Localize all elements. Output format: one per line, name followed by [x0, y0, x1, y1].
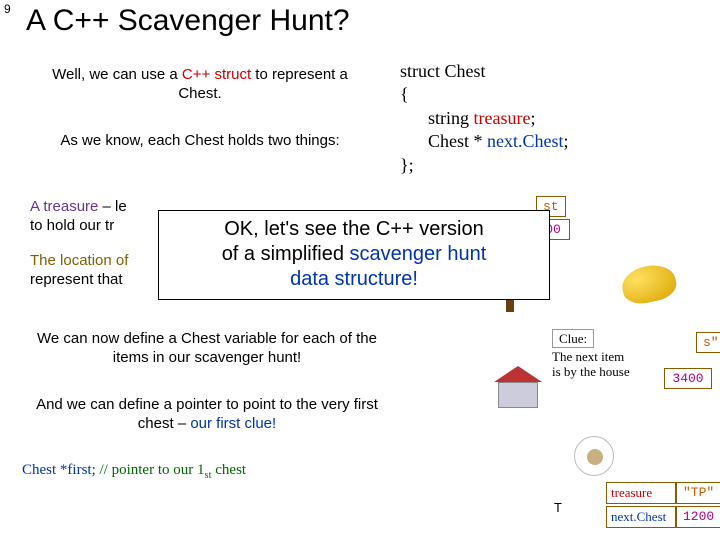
first-b: // pointer to our 1 [96, 462, 205, 478]
para-know: As we know, each Chest holds two things: [40, 132, 360, 151]
frag-T: T [554, 500, 562, 515]
roof-icon [494, 366, 542, 382]
clue-label: Clue: [552, 332, 630, 346]
struct-code: struct Chest { string treasure; Chest * … [400, 60, 569, 177]
struct-l1: struct Chest [400, 60, 569, 83]
fld-nextchest-lbl: next.Chest [606, 506, 676, 528]
intro-b: C++ struct [182, 66, 251, 83]
fld-nextchest-val: 1200 [676, 506, 720, 528]
callout-l2b: scavenger hunt [350, 243, 487, 265]
callout-l2a: of a simplified [222, 243, 350, 265]
fld-treasure-val: "TP" [676, 482, 720, 504]
slide-number: 9 [4, 2, 11, 16]
para-intro: Well, we can use a C++ struct to represe… [40, 66, 360, 104]
loc-a: The location of [30, 252, 128, 269]
struct-l3b: treasure [474, 108, 531, 128]
struct-l3c: ; [530, 108, 535, 128]
fld-treasure-lbl: treasure [606, 482, 676, 504]
frag-3400: 3400 [664, 368, 712, 389]
callout-l1: OK, let's see the C++ version [169, 217, 539, 242]
first-c: st [205, 470, 212, 481]
clue-next2: is by the house [552, 365, 630, 379]
first-a: Chest *first; [22, 462, 96, 478]
treasure-b: – le [98, 198, 126, 215]
first-d: chest [212, 462, 247, 478]
para-define: We can now define a Chest variable for e… [22, 330, 392, 368]
code-first: Chest *first; // pointer to our 1st ches… [22, 462, 392, 481]
struct-l3a: string [428, 108, 474, 128]
clue-group: Clue: The next item is by the house [552, 332, 630, 379]
frag-3400-val: 3400 [664, 368, 712, 389]
treasure-c: to hold our tr [30, 217, 114, 234]
clue-box: Clue: [552, 329, 594, 348]
tp-icon [574, 436, 614, 476]
intro-a: Well, we can use a [52, 66, 182, 83]
tree-trunk-icon [506, 300, 514, 312]
page-title: A C++ Scavenger Hunt? [26, 4, 350, 38]
frag-s-val: s" [696, 332, 720, 353]
struct-l4c: ; [564, 131, 569, 151]
chest-box-bottom: treasure "TP" next.Chest 1200 [606, 482, 720, 530]
struct-l4b: next.Chest [487, 131, 564, 151]
struct-l5: }; [400, 154, 569, 177]
struct-l2: { [400, 83, 569, 106]
treasure-a: A treasure [30, 198, 98, 215]
callout-l3: data structure! [169, 267, 539, 292]
ptr-b: our first clue! [190, 415, 276, 432]
struct-l4a: Chest * [428, 131, 487, 151]
bananas-icon [619, 261, 679, 307]
para-ptr: And we can define a pointer to point to … [22, 396, 392, 434]
frag-s: s" [696, 332, 720, 353]
clue-next1: The next item [552, 350, 630, 364]
house-icon [498, 382, 538, 408]
callout-box: OK, let's see the C++ version of a simpl… [158, 210, 550, 300]
loc-b: represent that [30, 271, 123, 288]
